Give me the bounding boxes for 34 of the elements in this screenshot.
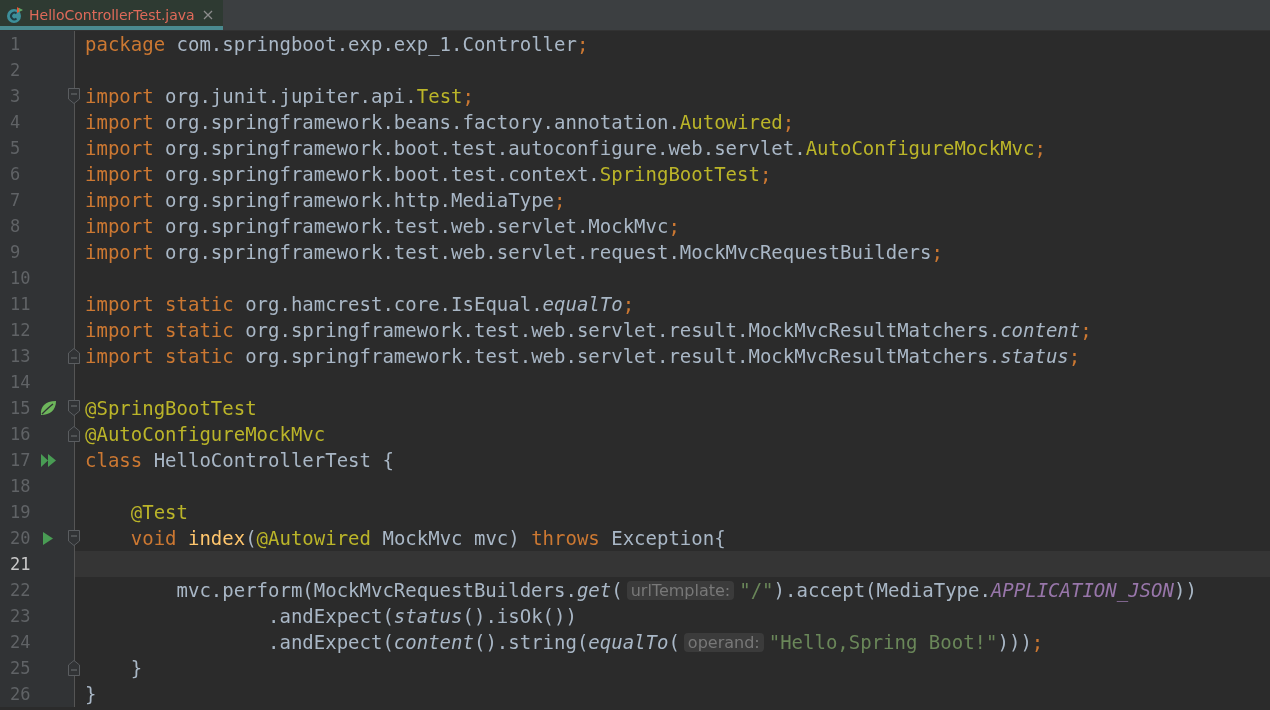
fold-marker-icon[interactable] (68, 426, 80, 442)
code-line: import static org.hamcrest.core.IsEqual.equalTo; (84, 292, 636, 317)
code-line: class HelloControllerTest { (84, 448, 395, 473)
code-line: void index(@Autowired MockMvc mvc) throws Exception{ (129, 526, 727, 551)
code-line: @AutoConfigureMockMvc (84, 422, 327, 447)
code-line: } (129, 656, 144, 681)
code-line: import org.springframework.boot.test.context.SpringBootTest; (84, 162, 773, 187)
code-line: import org.springframework.test.web.servlet.request.MockMvcRequestBuilders; (84, 240, 944, 265)
code-line: import org.springframework.boot.test.autoconfigure.web.servlet.AutoConfigureMockMvc; (84, 136, 1047, 161)
play-icon[interactable] (42, 530, 54, 546)
leaf-icon[interactable] (39, 400, 57, 416)
class-file-icon (6, 6, 24, 24)
code-line: import org.springframework.http.MediaType; (84, 188, 567, 213)
code-line: import static org.springframework.test.web.servlet.result.MockMvcResultMatchers.content; (84, 318, 1093, 343)
fold-marker-icon[interactable] (68, 400, 80, 416)
code-line: import org.junit.jupiter.api.Test; (84, 84, 475, 109)
code-line: package com.springboot.exp.exp_1.Controller; (84, 32, 590, 57)
code-line: @SpringBootTest (84, 396, 258, 421)
code-line: } (84, 682, 98, 707)
code-line: .andExpect(content().string(equalTo( operand: "Hello,Spring Boot!"))); (267, 630, 1045, 655)
code-line: @Test (129, 500, 189, 525)
code-line: import org.springframework.beans.factory.annotation.Autowired; (84, 110, 796, 135)
editor-tab[interactable]: HelloControllerTest.java (0, 0, 223, 30)
code-line: import static org.springframework.test.web.servlet.result.MockMvcResultMatchers.status; (84, 344, 1082, 369)
fold-marker-icon[interactable] (68, 530, 80, 546)
fold-marker-icon[interactable] (68, 348, 80, 364)
fold-marker-icon[interactable] (68, 88, 80, 104)
code-line: .andExpect(status().isOk()) (267, 604, 578, 629)
double-play-icon[interactable] (39, 452, 57, 468)
fold-marker-icon[interactable] (68, 660, 80, 676)
close-icon[interactable] (202, 10, 213, 20)
code-line: mvc.perform(MockMvcRequestBuilders.get( urlTemplate: "/").accept(MediaType.APPLICATION_JSON)) (175, 578, 1198, 603)
line-number: 21 (9, 554, 32, 574)
code-line: import org.springframework.test.web.servlet.MockMvc; (84, 214, 681, 239)
